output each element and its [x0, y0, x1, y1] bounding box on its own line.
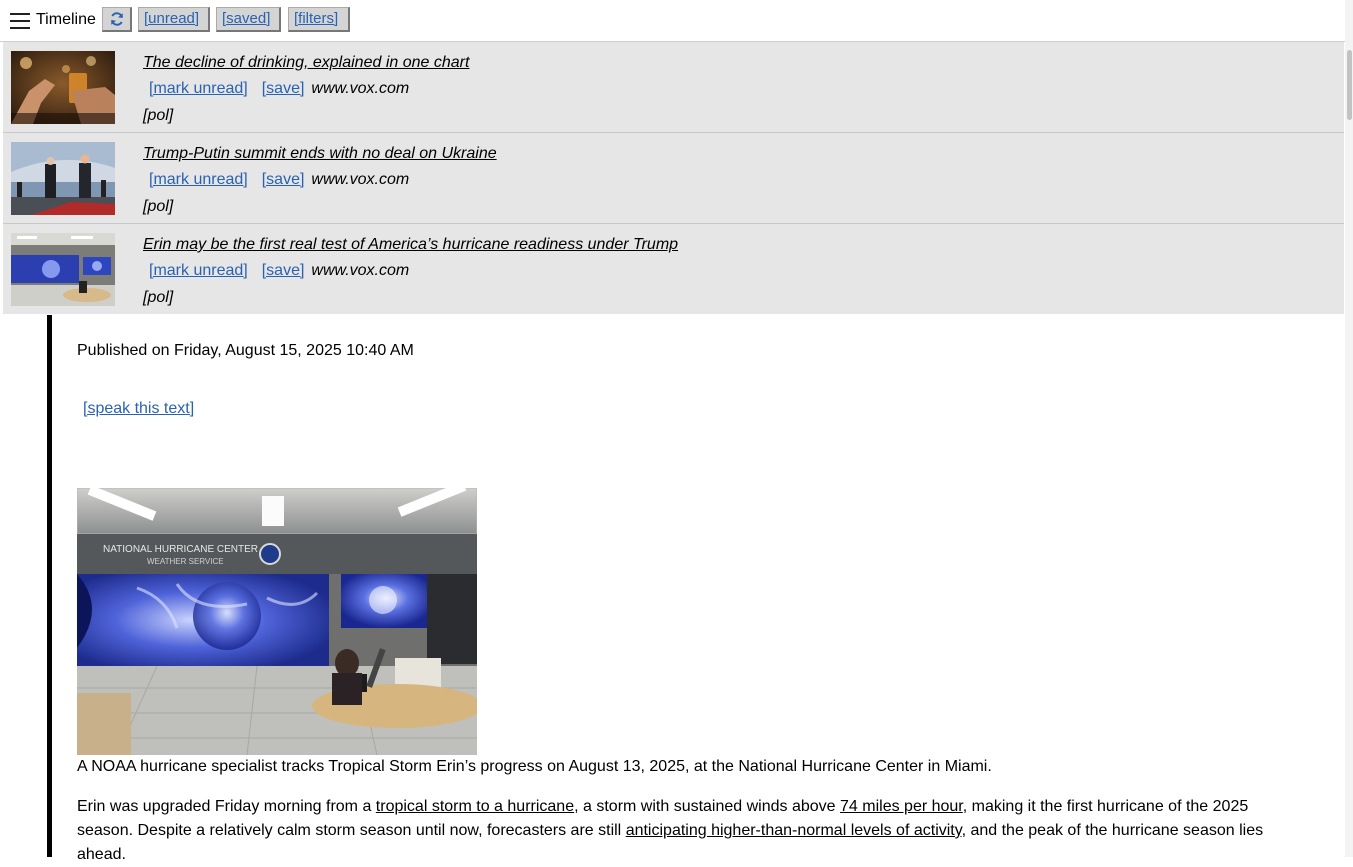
save-link[interactable]: [save] [262, 171, 305, 188]
refresh-icon [110, 12, 123, 26]
feed-item-title[interactable]: Erin may be the first real test of Ameri… [143, 236, 678, 254]
sign-text-1: NATIONAL HURRICANE CENTER [103, 544, 258, 555]
paragraph-text: , a storm with sustained winds above [574, 798, 841, 815]
timeline-title: Timeline [36, 11, 96, 28]
article-border [47, 315, 52, 857]
mark-unread-link[interactable]: [mark unread] [149, 80, 248, 97]
published-date: Published on Friday, August 15, 2025 10:… [77, 342, 414, 359]
mark-unread-link[interactable]: [mark unread] [149, 262, 248, 279]
feed-item: Erin may be the first real test of Ameri… [3, 224, 1344, 314]
feed-item-actions: [mark unread] [save] www.vox.com [149, 80, 409, 98]
noaa-seal-icon [259, 543, 281, 565]
feed-item-title[interactable]: Trump-Putin summit ends with no deal on … [143, 145, 497, 163]
article-paragraph: Erin was upgraded Friday morning from a … [77, 795, 1287, 867]
feed-thumbnail[interactable] [11, 142, 115, 215]
sign-text-2: WEATHER SERVICE [147, 557, 224, 566]
feed-item-tag: [pol] [143, 107, 174, 124]
speak-text-link[interactable]: [speak this text] [83, 397, 194, 421]
source-domain: www.vox.com [311, 80, 410, 97]
feed-list: The decline of drinking, explained in on… [3, 42, 1344, 314]
feed-thumbnail[interactable] [11, 51, 115, 124]
74-mph-link[interactable]: 74 miles per hour [840, 798, 963, 815]
filters-button[interactable]: [filters] [288, 7, 350, 32]
article-image: NATIONAL HURRICANE CENTER WEATHER SERVIC… [77, 488, 477, 755]
save-link[interactable]: [save] [262, 262, 305, 279]
tropical-storm-link[interactable]: tropical storm to a hurricane [376, 798, 574, 815]
image-caption: A NOAA hurricane specialist tracks Tropi… [77, 758, 992, 775]
save-link[interactable]: [save] [262, 80, 305, 97]
feed-thumbnail[interactable] [11, 233, 115, 306]
mark-unread-link[interactable]: [mark unread] [149, 171, 248, 188]
feed-item-tag: [pol] [143, 289, 174, 306]
saved-button[interactable]: [saved] [216, 7, 281, 32]
refresh-button[interactable] [102, 7, 132, 32]
paragraph-text: Erin was upgraded Friday morning from a [77, 798, 376, 815]
feed-item-actions: [mark unread] [save] www.vox.com [149, 262, 409, 280]
hamburger-menu-icon[interactable] [10, 13, 30, 29]
feed-item: The decline of drinking, explained in on… [3, 42, 1344, 133]
toolbar: Timeline [unread] [saved] [filters] [0, 0, 1345, 42]
feed-item-title[interactable]: The decline of drinking, explained in on… [143, 54, 469, 72]
unread-button[interactable]: [unread] [138, 7, 210, 32]
feed-item-actions: [mark unread] [save] www.vox.com [149, 171, 409, 189]
scrollbar[interactable] [1345, 0, 1353, 857]
source-domain: www.vox.com [311, 262, 410, 279]
feed-item-tag: [pol] [143, 198, 174, 215]
feed-item: Trump-Putin summit ends with no deal on … [3, 133, 1344, 224]
scrollbar-thumb[interactable] [1347, 50, 1352, 120]
source-domain: www.vox.com [311, 171, 410, 188]
higher-activity-link[interactable]: anticipating higher-than-normal levels o… [626, 822, 962, 839]
